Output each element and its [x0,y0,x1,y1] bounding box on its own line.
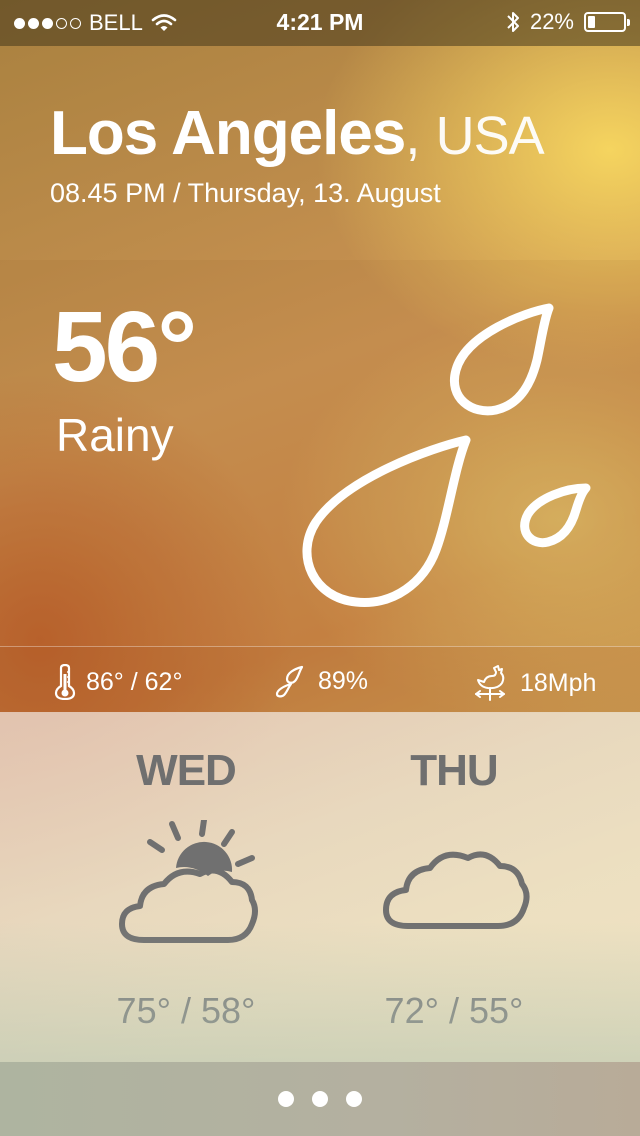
page-dot[interactable] [278,1091,294,1107]
page-dot[interactable] [312,1091,328,1107]
country-name: USA [435,106,545,166]
cloud-icon [383,851,530,929]
weathervane-icon [475,665,505,701]
temp-range-stat: 86° / 62° [54,664,182,700]
battery-fill [588,16,596,28]
location-header: Los Angeles, USA 08.45 PM / Thursday, 13… [0,46,640,260]
forecast-day-thu[interactable]: THU 72° / 55° [354,746,554,1032]
partly-cloudy-icon [119,817,258,943]
forecast-temp-range: 72° / 55° [384,990,524,1031]
bluetooth-icon [507,12,519,32]
forecast-temp-range: 75° / 58° [116,990,256,1031]
status-right: 22% [506,9,630,35]
page-indicator [0,1062,640,1136]
battery-percent: 22% [529,9,574,34]
city-name: Los Angeles [50,99,406,168]
forecast-day-name: THU [410,746,498,795]
raindrops-icon [302,303,591,607]
status-bar: BELL 4:21 PM 22% [0,0,640,46]
humidity-drops-icon [275,665,304,698]
battery-icon [584,12,630,32]
current-temperature: 56° [52,291,197,403]
current-condition: Rainy [56,409,174,461]
wind-value: 18Mph [520,668,597,697]
thermometer-icon [54,664,76,700]
temp-range-value: 86° / 62° [86,667,183,696]
forecast-day-wed[interactable]: WED 75° / 58° [86,746,286,1032]
forecast-icon-wrapper [354,820,554,950]
humidity-stat: 89% [274,664,368,698]
page-dot[interactable] [346,1091,362,1107]
location-title: Los Angeles, USA [50,98,545,169]
wind-stat: 18Mph [472,664,596,702]
forecast-panel: WED 75° / 58° THU 72° / 55° [0,712,640,1062]
stats-row: 86° / 62° 89% 18Mph [0,646,640,713]
forecast-icon-wrapper [86,817,286,950]
current-weather-panel: 56° Rainy [0,260,640,646]
forecast-day-name: WED [136,746,237,795]
location-separator: , [405,106,420,166]
date-time-label: 08.45 PM / Thursday, 13. August [50,178,441,208]
humidity-value: 89% [318,666,369,695]
